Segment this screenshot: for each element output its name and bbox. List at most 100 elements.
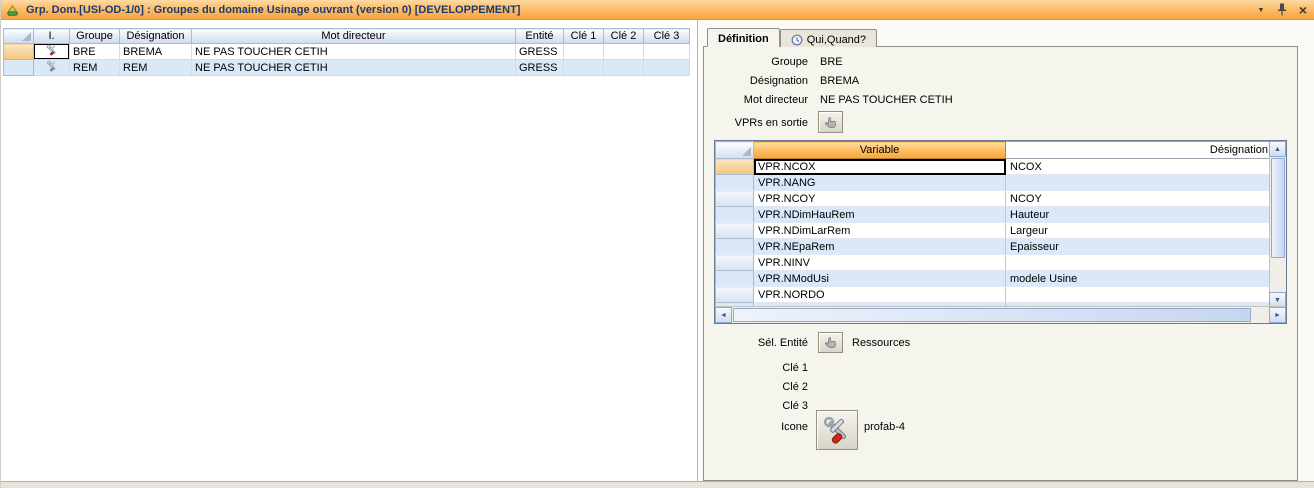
row-selector[interactable] bbox=[716, 239, 754, 255]
cell-cle1[interactable] bbox=[564, 60, 604, 76]
cell-designation[interactable]: Largeur bbox=[1006, 223, 1272, 239]
row-icon-cell[interactable] bbox=[34, 44, 70, 60]
cell-variable[interactable]: VPR.NORDO bbox=[754, 287, 1006, 303]
table-row[interactable]: VPR.NDimHauRem Hauteur bbox=[716, 207, 1272, 223]
table-row[interactable]: VPR.NANG bbox=[716, 175, 1272, 191]
cell-designation[interactable]: Epaisseur bbox=[1006, 239, 1272, 255]
scroll-up-button[interactable]: ▲ bbox=[1269, 141, 1286, 157]
tab-definition[interactable]: Définition bbox=[707, 28, 780, 47]
row-selector[interactable] bbox=[716, 159, 754, 175]
table-row[interactable]: VPR.NCOX NCOX bbox=[716, 159, 1272, 175]
col-header-cle2[interactable]: Clé 2 bbox=[604, 29, 644, 44]
cell-designation[interactable]: NCOY bbox=[1006, 191, 1272, 207]
table-row[interactable]: VPR.NDimLarRem Largeur bbox=[716, 223, 1272, 239]
vpr-grid: Variable Désignation VPR.NCOX NCOX VPR.N… bbox=[714, 140, 1287, 324]
cell-designation[interactable]: NCOX bbox=[1006, 159, 1272, 175]
grid-header-row: I. Groupe Désignation Mot directeur Enti… bbox=[4, 29, 690, 44]
row-selector[interactable] bbox=[716, 175, 754, 191]
designation-value: BREMA bbox=[820, 75, 859, 87]
row-selector[interactable] bbox=[4, 44, 34, 60]
cell-mot-directeur[interactable]: NE PAS TOUCHER CETIH bbox=[192, 60, 516, 76]
col-header-mot-directeur[interactable]: Mot directeur bbox=[192, 29, 516, 44]
tab-qui-quand[interactable]: Qui,Quand? bbox=[780, 29, 877, 47]
row-selector[interactable] bbox=[716, 191, 754, 207]
col-header-i[interactable]: I. bbox=[34, 29, 70, 44]
cell-cle1[interactable] bbox=[564, 44, 604, 60]
cell-designation[interactable] bbox=[1006, 287, 1272, 303]
vertical-scrollbar[interactable]: ▲ ▼ bbox=[1269, 141, 1286, 308]
row-selector[interactable] bbox=[716, 223, 754, 239]
cell-variable[interactable]: VPR.NDimLarRem bbox=[754, 223, 1006, 239]
vertical-scroll-thumb[interactable] bbox=[1271, 158, 1285, 258]
close-button[interactable]: × bbox=[1294, 1, 1312, 18]
table-row[interactable]: VPR.NEpaRem Epaisseur bbox=[716, 239, 1272, 255]
sel-entite-picker-button[interactable] bbox=[818, 332, 843, 353]
col-header-variable[interactable]: Variable bbox=[754, 142, 1006, 159]
cell-variable[interactable]: VPR.NCOX bbox=[754, 159, 1006, 175]
table-row[interactable]: VPR.NINV bbox=[716, 255, 1272, 271]
table-row[interactable]: VPR.NCOY NCOY bbox=[716, 191, 1272, 207]
cell-groupe[interactable]: REM bbox=[70, 60, 120, 76]
vprs-en-sortie-label: VPRs en sortie bbox=[704, 117, 808, 129]
cell-designation[interactable]: Hauteur bbox=[1006, 207, 1272, 223]
gray-tools-icon bbox=[46, 60, 58, 72]
cell-cle2[interactable] bbox=[604, 60, 644, 76]
mot-directeur-label: Mot directeur bbox=[704, 94, 808, 106]
horizontal-scrollbar[interactable]: ◄ ► bbox=[715, 306, 1286, 323]
cell-designation[interactable]: REM bbox=[120, 60, 192, 76]
cell-variable[interactable]: VPR.NCOY bbox=[754, 191, 1006, 207]
row-icon-cell[interactable] bbox=[34, 60, 70, 76]
cell-variable[interactable]: VPR.NModUsi bbox=[754, 271, 1006, 287]
col-header-groupe[interactable]: Groupe bbox=[70, 29, 120, 44]
horizontal-scroll-thumb[interactable] bbox=[733, 308, 1251, 322]
col-header-cle3[interactable]: Clé 3 bbox=[644, 29, 690, 44]
application-window: Grp. Dom.[USI-OD-1/0] : Groupes du domai… bbox=[0, 0, 1314, 488]
cell-entite[interactable]: GRESS bbox=[516, 60, 564, 76]
window-menu-button[interactable]: ▼ bbox=[1252, 1, 1270, 18]
grid-corner-cell[interactable] bbox=[4, 29, 34, 44]
clock-icon bbox=[791, 34, 803, 46]
scroll-left-button[interactable]: ◄ bbox=[715, 307, 732, 323]
icone-button[interactable] bbox=[816, 410, 858, 450]
definition-panel: Groupe BRE Désignation BREMA Mot directe… bbox=[703, 46, 1298, 481]
col-header-cle1[interactable]: Clé 1 bbox=[564, 29, 604, 44]
sel-entite-value: Ressources bbox=[852, 337, 910, 349]
cell-cle3[interactable] bbox=[644, 44, 690, 60]
row-selector[interactable] bbox=[716, 255, 754, 271]
cell-variable[interactable]: VPR.NINV bbox=[754, 255, 1006, 271]
col-header-designation[interactable]: Désignation bbox=[120, 29, 192, 44]
vprs-picker-button[interactable] bbox=[818, 111, 843, 133]
table-row[interactable]: REM REM NE PAS TOUCHER CETIH GRESS bbox=[4, 60, 690, 76]
cle2-label: Clé 2 bbox=[704, 381, 808, 393]
cell-variable[interactable]: VPR.NANG bbox=[754, 175, 1006, 191]
row-selector[interactable] bbox=[716, 207, 754, 223]
vpr-corner-cell[interactable] bbox=[716, 142, 754, 159]
cell-variable[interactable]: VPR.NEpaRem bbox=[754, 239, 1006, 255]
row-selector[interactable] bbox=[4, 60, 34, 76]
vpr-header-row: Variable Désignation bbox=[716, 142, 1272, 159]
cell-designation[interactable] bbox=[1006, 255, 1272, 271]
col-header-vpr-designation[interactable]: Désignation bbox=[1006, 142, 1272, 159]
tab-label: Définition bbox=[718, 33, 769, 45]
cell-designation[interactable]: BREMA bbox=[120, 44, 192, 60]
table-row[interactable]: VPR.NORDO bbox=[716, 287, 1272, 303]
cell-variable[interactable]: VPR.NDimHauRem bbox=[754, 207, 1006, 223]
pin-icon bbox=[1277, 3, 1287, 16]
cell-entite[interactable]: GRESS bbox=[516, 44, 564, 60]
pin-button[interactable] bbox=[1273, 1, 1291, 18]
table-row[interactable]: VPR.NModUsi modele Usine bbox=[716, 271, 1272, 287]
col-header-entite[interactable]: Entité bbox=[516, 29, 564, 44]
row-selector[interactable] bbox=[716, 271, 754, 287]
scroll-right-button[interactable]: ► bbox=[1269, 307, 1286, 323]
cell-cle2[interactable] bbox=[604, 44, 644, 60]
cell-groupe[interactable]: BRE bbox=[70, 44, 120, 60]
cell-cle3[interactable] bbox=[644, 60, 690, 76]
red-tools-icon bbox=[822, 415, 852, 445]
cell-designation[interactable]: modele Usine bbox=[1006, 271, 1272, 287]
cell-designation[interactable] bbox=[1006, 175, 1272, 191]
window-titlebar[interactable]: Grp. Dom.[USI-OD-1/0] : Groupes du domai… bbox=[1, 0, 1314, 20]
table-row[interactable]: BRE BREMA NE PAS TOUCHER CETIH GRESS bbox=[4, 44, 690, 60]
cell-mot-directeur[interactable]: NE PAS TOUCHER CETIH bbox=[192, 44, 516, 60]
picker-hand-icon bbox=[824, 336, 837, 349]
row-selector[interactable] bbox=[716, 287, 754, 303]
